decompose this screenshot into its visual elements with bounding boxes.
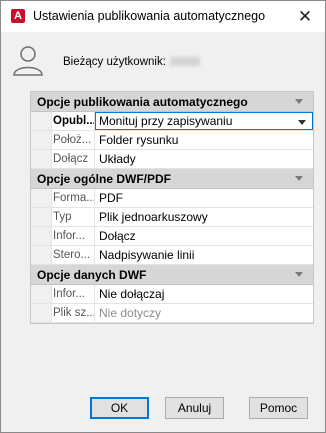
property-value[interactable]: Dołącz xyxy=(99,227,136,245)
property-name: Plik sz... xyxy=(31,304,95,322)
property-row[interactable]: Opubl... Monituj przy zapisywaniu xyxy=(31,112,313,131)
category-label: Opcje ogólne DWF/PDF xyxy=(37,172,171,186)
current-user-label: Bieżący użytkownik: xyxy=(63,56,200,68)
property-name: Typ xyxy=(31,208,95,226)
category-header[interactable]: Opcje danych DWF xyxy=(31,265,313,285)
property-name: Infor... xyxy=(31,227,95,245)
dropdown-arrow-icon[interactable] xyxy=(298,120,306,125)
property-row[interactable]: Plik sz... Nie dotyczy xyxy=(31,304,313,323)
property-row[interactable]: Dołącz Układy xyxy=(31,150,313,169)
property-row[interactable]: Forma... PDF xyxy=(31,189,313,208)
property-row[interactable]: Infor... Nie dołączaj xyxy=(31,285,313,304)
category-label: Opcje publikowania automatycznego xyxy=(37,95,248,109)
property-row[interactable]: Typ Plik jednoarkuszowy xyxy=(31,208,313,227)
close-button[interactable]: ✕ xyxy=(285,1,325,32)
property-value[interactable]: Układy xyxy=(99,150,136,168)
property-value[interactable]: Nadpisywanie linii xyxy=(99,246,194,264)
current-user-value-redacted xyxy=(169,57,200,67)
cancel-button[interactable]: Anuluj xyxy=(165,397,224,419)
property-name: Dołącz xyxy=(31,150,95,168)
property-value[interactable]: Plik jednoarkuszowy xyxy=(99,208,208,226)
collapse-chevron-icon[interactable] xyxy=(295,272,303,277)
ok-button[interactable]: OK xyxy=(90,397,149,419)
property-row[interactable]: Położ... Folder rysunku xyxy=(31,131,313,150)
dialog-window: A Ustawienia publikowania automatycznego… xyxy=(0,0,326,433)
window-title: Ustawienia publikowania automatycznego xyxy=(33,9,266,23)
property-value[interactable]: Monituj przy zapisywaniu xyxy=(99,112,232,130)
property-name: Infor... xyxy=(31,285,95,303)
property-row[interactable]: Infor... Dołącz xyxy=(31,227,313,246)
help-button[interactable]: Pomoc xyxy=(249,397,308,419)
property-value[interactable]: Folder rysunku xyxy=(99,131,178,149)
collapse-chevron-icon[interactable] xyxy=(295,176,303,181)
category-label: Opcje danych DWF xyxy=(37,268,147,282)
autocad-logo-icon: A xyxy=(11,9,25,23)
title-bar: A Ustawienia publikowania automatycznego… xyxy=(1,1,325,32)
user-avatar-icon xyxy=(13,46,43,76)
property-name: Położ... xyxy=(31,131,95,149)
property-value[interactable]: PDF xyxy=(99,189,123,207)
collapse-chevron-icon[interactable] xyxy=(295,99,303,104)
properties-grid: Opcje publikowania automatycznego Opubl..… xyxy=(30,91,314,324)
property-row[interactable]: Stero... Nadpisywanie linii xyxy=(31,246,313,265)
property-name: Forma... xyxy=(31,189,95,207)
category-header[interactable]: Opcje publikowania automatycznego xyxy=(31,92,313,112)
property-value[interactable]: Nie dołączaj xyxy=(99,285,164,303)
property-value: Nie dotyczy xyxy=(99,306,162,320)
category-header[interactable]: Opcje ogólne DWF/PDF xyxy=(31,169,313,189)
current-user-text: Bieżący użytkownik: xyxy=(63,56,166,68)
property-name: Stero... xyxy=(31,246,95,264)
property-name: Opubl... xyxy=(31,112,95,130)
